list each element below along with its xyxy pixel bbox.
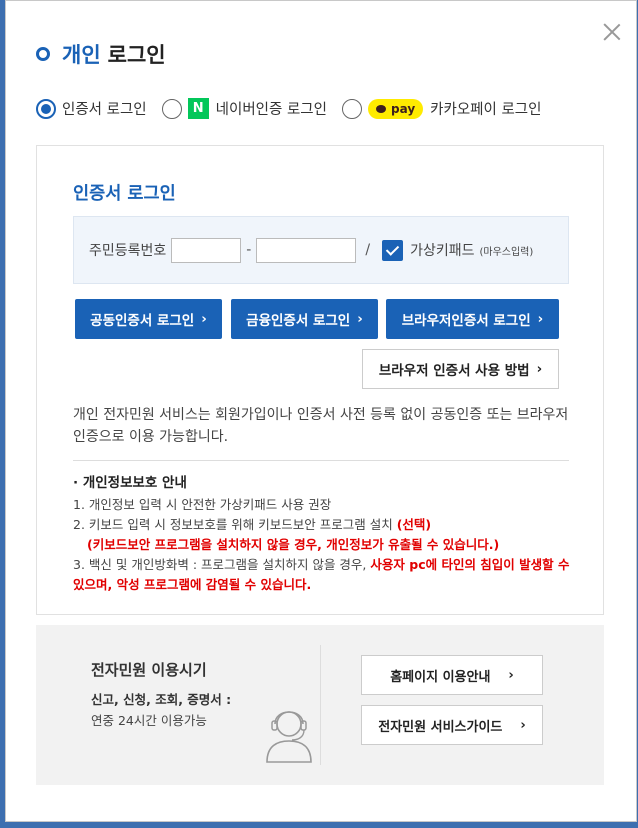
chevron-right-icon: › bbox=[201, 311, 207, 327]
chevron-right-icon: › bbox=[357, 311, 363, 327]
title-blue-text: 개인 bbox=[62, 43, 101, 67]
button-label: 금융인증서 로그인 bbox=[246, 313, 351, 329]
radio-selected-icon[interactable] bbox=[36, 98, 56, 119]
chevron-right-icon: › bbox=[508, 667, 514, 683]
title-black-text: 로그인 bbox=[107, 43, 166, 67]
modal-title: 개인 로그인 bbox=[36, 39, 166, 69]
button-label: 공동인증서 로그인 bbox=[90, 313, 195, 329]
resident-number-box: 주민등록번호 - / 가상키패드 (마우스입력) bbox=[73, 216, 569, 284]
slash-separator: / bbox=[365, 242, 371, 258]
service-guide-button[interactable]: 전자민원 서비스가이드 › bbox=[361, 705, 543, 745]
public-cert-login-button[interactable]: 공동인증서 로그인 › bbox=[75, 299, 222, 339]
radio-unselected-icon[interactable] bbox=[161, 98, 182, 119]
call-agent-icon bbox=[266, 711, 312, 763]
browser-cert-login-button[interactable]: 브라우저인증서 로그인 › bbox=[386, 299, 559, 339]
login-modal: 개인 로그인 인증서 로그인 N 네이버인증 로그인 pay 카카오페이 로그인… bbox=[5, 0, 637, 822]
finance-cert-login-button[interactable]: 금융인증서 로그인 › bbox=[231, 299, 378, 339]
privacy-item-2: 2. 키보드 입력 시 정보보호를 위해 키보드보안 프로그램 설치 (선택) bbox=[73, 517, 432, 532]
button-label: 브라우저인증서 로그인 bbox=[401, 313, 531, 329]
naver-logo-icon: N bbox=[187, 98, 209, 119]
kakaopay-logo-text: pay bbox=[391, 101, 416, 116]
radio-cert-login[interactable]: 인증서 로그인 bbox=[36, 98, 147, 119]
privacy-notice: · 개인정보보호 안내 1. 개인정보 입력 시 안전한 가상키패드 사용 권장… bbox=[73, 473, 583, 595]
radio-label: 인증서 로그인 bbox=[62, 102, 147, 118]
resident-number-label: 주민등록번호 bbox=[89, 243, 167, 259]
radio-label: 네이버인증 로그인 bbox=[215, 102, 327, 118]
virtual-keypad-label: 가상키패드 bbox=[410, 243, 475, 259]
chevron-right-icon: › bbox=[536, 361, 543, 377]
resident-number-back-input[interactable] bbox=[256, 237, 357, 263]
close-icon[interactable] bbox=[602, 21, 622, 41]
browser-cert-howto-button[interactable]: 브라우저 인증서 사용 방법 › bbox=[362, 349, 559, 389]
title-bullet-icon bbox=[36, 47, 50, 61]
homepage-guide-button[interactable]: 홈페이지 이용안내 › bbox=[361, 655, 543, 695]
cert-login-heading: 인증서 로그인 bbox=[73, 184, 176, 204]
service-hours-subtitle: 신고, 신청, 조회, 증명서 : bbox=[91, 692, 232, 707]
dash-separator: - bbox=[246, 242, 252, 258]
button-label: 브라우저 인증서 사용 방법 bbox=[378, 363, 530, 379]
radio-naver-login[interactable]: N 네이버인증 로그인 bbox=[161, 98, 327, 119]
kakaopay-logo-icon: pay bbox=[368, 98, 424, 119]
radio-unselected-icon[interactable] bbox=[342, 98, 362, 119]
chevron-right-icon: › bbox=[520, 717, 526, 733]
service-hours-section: 전자민원 이용시기 신고, 신청, 조회, 증명서 : 연중 24시간 이용가능… bbox=[36, 625, 604, 785]
speech-bubble-icon bbox=[376, 104, 386, 113]
privacy-notice-heading: · 개인정보보호 안내 bbox=[73, 475, 187, 491]
vertical-divider bbox=[320, 645, 321, 765]
divider bbox=[73, 460, 569, 461]
button-label: 전자민원 서비스가이드 bbox=[378, 719, 503, 735]
chevron-right-icon: › bbox=[537, 311, 544, 327]
cert-login-description: 개인 전자민원 서비스는 회원가입이나 인증서 사전 등록 없이 공동인증 또는… bbox=[73, 407, 569, 445]
radio-kakaopay-login[interactable]: pay 카카오페이 로그인 bbox=[342, 98, 541, 119]
virtual-keypad-note: (마우스입력) bbox=[479, 246, 534, 258]
radio-label: 카카오페이 로그인 bbox=[430, 102, 542, 118]
service-hours-title: 전자민원 이용시기 bbox=[91, 661, 207, 679]
virtual-keypad-checkbox[interactable] bbox=[382, 239, 404, 261]
resident-number-front-input[interactable] bbox=[171, 237, 242, 263]
privacy-item-1: 1. 개인정보 입력 시 안전한 가상키패드 사용 권장 bbox=[73, 497, 332, 512]
cert-login-panel: 인증서 로그인 주민등록번호 - / 가상키패드 (마우스입력) 공동인증서 로… bbox=[36, 145, 604, 615]
login-method-group: 인증서 로그인 N 네이버인증 로그인 pay 카카오페이 로그인 bbox=[36, 98, 556, 119]
service-hours-text: 연중 24시간 이용가능 bbox=[91, 713, 207, 728]
privacy-item-3: 3. 백신 및 개인방화벽 : 프로그램을 설치하지 않을 경우, 사용자 pc… bbox=[73, 557, 570, 592]
privacy-item-2-warning: (키보드보안 프로그램을 설치하지 않을 경우, 개인정보가 유출될 수 있습니… bbox=[87, 537, 500, 552]
button-label: 홈페이지 이용안내 bbox=[390, 669, 491, 685]
